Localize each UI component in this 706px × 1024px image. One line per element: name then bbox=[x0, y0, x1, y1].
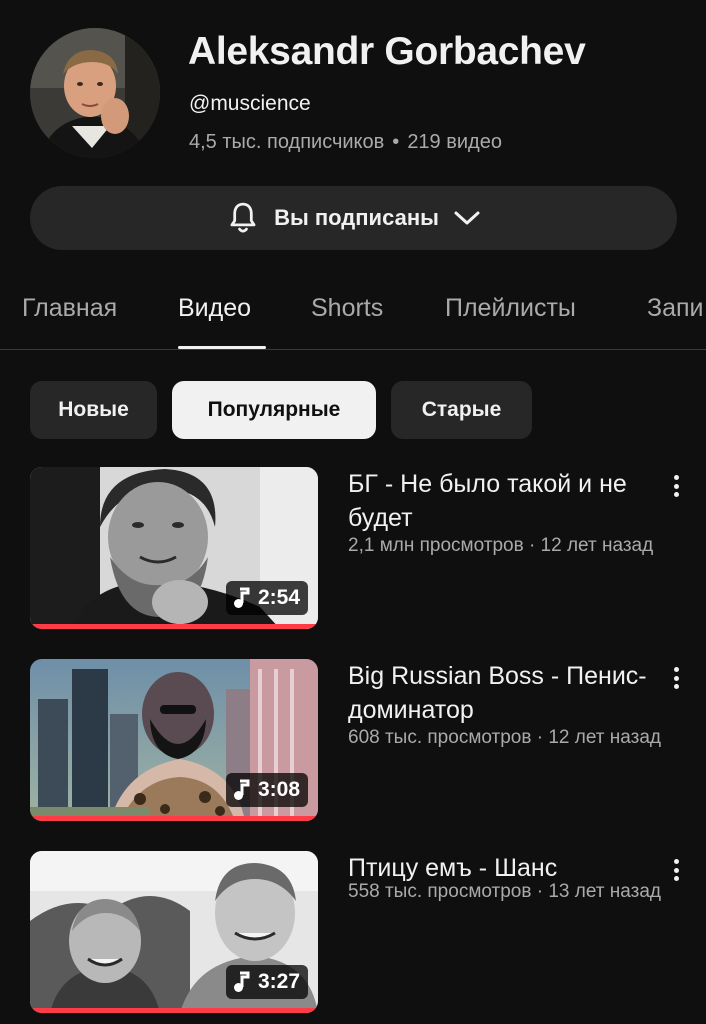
more-options-button[interactable] bbox=[664, 663, 688, 693]
subscribed-button[interactable]: Вы подписаны bbox=[30, 186, 677, 250]
channel-tabs: Главная Видео Shorts Плейлисты Запи bbox=[0, 280, 706, 350]
tab-videos[interactable]: Видео bbox=[178, 294, 251, 323]
duration-badge: 3:27 bbox=[225, 965, 308, 999]
video-title[interactable]: Big Russian Boss - Пенис-доминатор bbox=[348, 659, 648, 727]
video-item[interactable]: 2:54 БГ - Не было такой и не будет 2,1 м… bbox=[30, 467, 706, 633]
watch-progress-bar bbox=[30, 624, 318, 629]
subscribed-label: Вы подписаны bbox=[274, 205, 439, 230]
video-item[interactable]: 3:08 Big Russian Boss - Пенис-доминатор … bbox=[30, 659, 706, 825]
subscriber-count: 4,5 тыс. подписчиков bbox=[189, 131, 385, 153]
music-note-icon bbox=[233, 779, 250, 800]
duration-text: 3:27 bbox=[257, 970, 300, 993]
channel-stats: 4,5 тыс. подписчиков • 219 видео bbox=[189, 131, 502, 154]
channel-name: Aleksandr Gorbachev bbox=[188, 30, 586, 73]
avatar-image bbox=[30, 28, 160, 158]
filter-chip-newest[interactable]: Новые bbox=[30, 381, 157, 439]
active-tab-indicator bbox=[178, 346, 266, 349]
channel-avatar[interactable] bbox=[30, 28, 160, 158]
video-count: 219 видео bbox=[407, 131, 502, 153]
tab-posts[interactable]: Запи bbox=[647, 294, 704, 323]
stats-separator: • bbox=[392, 131, 400, 153]
duration-badge: 2:54 bbox=[225, 581, 308, 615]
video-title[interactable]: Птицу емъ - Шанс bbox=[348, 851, 648, 885]
watch-progress-bar bbox=[30, 816, 318, 821]
video-thumbnail[interactable]: 2:54 bbox=[30, 467, 318, 629]
filter-chip-popular[interactable]: Популярные bbox=[172, 381, 376, 439]
more-options-button[interactable] bbox=[664, 855, 688, 885]
music-note-icon bbox=[233, 971, 250, 992]
duration-badge: 3:08 bbox=[225, 773, 308, 807]
video-title[interactable]: БГ - Не было такой и не будет bbox=[348, 467, 648, 535]
tab-playlists[interactable]: Плейлисты bbox=[445, 294, 576, 323]
channel-handle: @muscience bbox=[189, 92, 311, 115]
video-meta: 608 тыс. просмотров · 12 лет назад bbox=[348, 727, 661, 748]
video-meta: 2,1 млн просмотров · 12 лет назад bbox=[348, 535, 654, 556]
video-thumbnail[interactable]: 3:08 bbox=[30, 659, 318, 821]
bell-icon bbox=[230, 202, 256, 233]
tab-shorts[interactable]: Shorts bbox=[311, 294, 383, 323]
music-note-icon bbox=[233, 587, 250, 608]
channel-page: Aleksandr Gorbachev @muscience 4,5 тыс. … bbox=[0, 0, 706, 1024]
filter-chip-oldest[interactable]: Старые bbox=[391, 381, 532, 439]
duration-text: 2:54 bbox=[257, 586, 300, 609]
video-item[interactable]: 3:27 Птицу емъ - Шанс 558 тыс. просмотро… bbox=[30, 851, 706, 1017]
more-options-button[interactable] bbox=[664, 471, 688, 501]
tab-home[interactable]: Главная bbox=[22, 294, 117, 323]
video-thumbnail[interactable]: 3:27 bbox=[30, 851, 318, 1013]
watch-progress-bar bbox=[30, 1008, 318, 1013]
chevron-down-icon bbox=[454, 211, 480, 225]
duration-text: 3:08 bbox=[257, 778, 300, 801]
video-meta: 558 тыс. просмотров · 13 лет назад bbox=[348, 881, 661, 902]
